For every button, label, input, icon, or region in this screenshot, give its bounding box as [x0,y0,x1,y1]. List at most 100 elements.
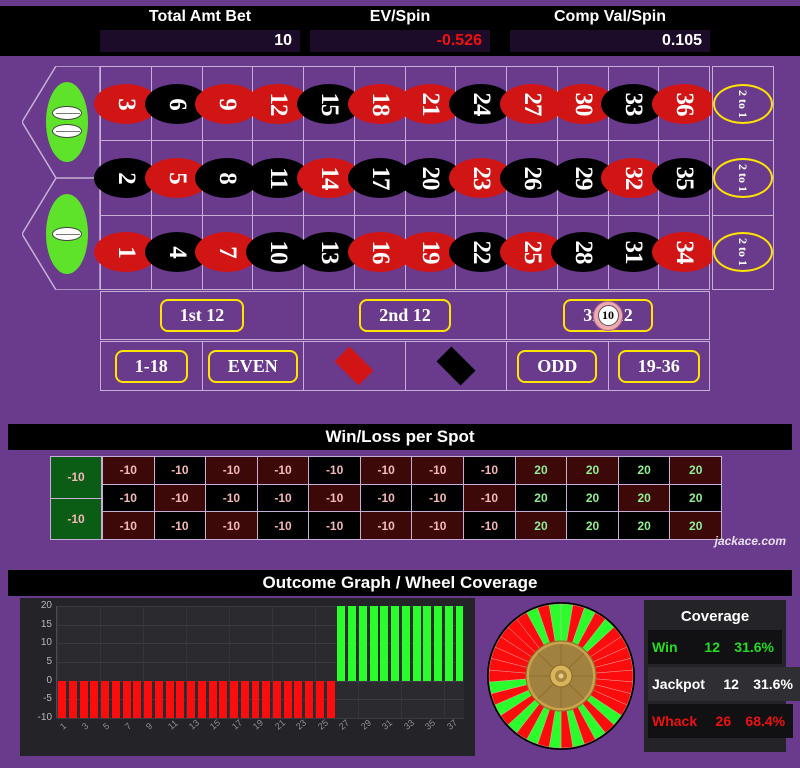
bet-cell-3[interactable]: 3 [93,67,158,141]
winloss-cell: -10 [103,484,154,512]
chart-x-tick: 13 [186,717,202,732]
winloss-cell: 20 [618,457,670,484]
bet-cell-35[interactable]: 35 [652,141,717,215]
bet-cell-22[interactable]: 22 [449,215,514,289]
stat-label: Total Amt Bet [148,8,252,25]
chart-x-tick: 33 [401,717,416,732]
zero-digit [52,106,82,120]
bet-cell-11[interactable]: 11 [246,141,311,215]
bet-cell-32[interactable]: 32 [601,141,666,215]
coverage-percent: 31.6% [724,630,782,664]
winloss-grid: -10 -10 -10 -10 -10 -10 -10 -10 20 20 20 20 -10 -10 -1… [102,456,722,540]
bet-cell-8[interactable]: 8 [195,141,260,215]
chart-x-tick: 1 [58,720,69,732]
chart-bar [133,680,142,718]
chart-bar [165,680,174,718]
chart-bar [315,680,324,718]
coverage-count: 26 [701,704,736,738]
chart-y-tick: -5 [43,693,52,705]
bet-cell-red[interactable] [304,342,405,390]
bet-cell-33[interactable]: 33 [601,67,666,141]
outside-bets: 1-18 EVEN ODD 19-36 [100,341,710,391]
bet-cell-even[interactable]: EVEN [202,342,303,390]
winloss-cell: -10 [257,512,309,539]
bet-cell-00[interactable] [22,66,100,178]
bet-cell-column-3[interactable]: 2 to 1 [713,215,773,289]
chart-bar [208,680,217,718]
winloss-cell: 20 [567,457,618,484]
chart-bar [219,680,228,718]
bet-cell-dozen-1[interactable]: 1st 12 [101,292,303,339]
winloss-cell: -10 [360,484,412,512]
winloss-cell: -10 [412,512,464,539]
bet-chip-amount: 10 [597,305,619,326]
bet-cell-25[interactable]: 25 [499,215,564,289]
bet-cell-26[interactable]: 26 [499,141,564,215]
bet-cell-20[interactable]: 20 [398,141,463,215]
bet-cell-7[interactable]: 7 [195,215,260,289]
stat-label: EV/Spin [369,8,431,25]
bet-cell-19-36[interactable]: 19-36 [608,342,709,390]
bet-cell-15[interactable]: 15 [296,67,361,141]
coverage-panel: Coverage Win 12 31.6% Jackpot 12 31.6% Whack 26… [644,600,800,752]
bet-cell-12[interactable]: 12 [246,67,311,141]
chart-bar [230,680,238,718]
chart-bar [337,606,346,681]
coverage-percent: 68.4% [735,704,794,738]
dozen-bets: 1st 12 2nd 12 3rd 1210 [100,291,710,340]
bet-cell-19[interactable]: 19 [398,215,463,289]
winloss-cell: -10 [464,457,515,484]
bet-cell-14[interactable]: 14 [296,141,361,215]
chart-bar [262,680,271,718]
bet-cell-27[interactable]: 27 [499,67,564,141]
chart-bar [273,680,281,718]
winloss-cell: -10 [154,484,206,512]
bet-cell-34[interactable]: 34 [652,215,717,289]
bet-cell-odd[interactable]: ODD [507,342,608,390]
bet-cell-31[interactable]: 31 [601,215,666,289]
bet-cell-column-1[interactable]: 2 to 1 [713,67,773,141]
bet-chip[interactable]: 10 [593,300,623,331]
bet-cell-9[interactable]: 9 [195,67,260,141]
winloss-title: Win/Loss per Spot [8,424,792,450]
stat-value: 10 [100,30,300,52]
chart-bar [144,680,153,718]
winloss-cell: -10 [257,484,309,512]
winloss-cell: -10 [412,457,464,484]
chart-x-tick: 3 [79,720,90,732]
bet-cell-dozen-2[interactable]: 2nd 12 [304,292,506,339]
stat-label: Comp Val/Spin [553,8,666,25]
chart-bar [197,680,206,718]
bet-cell-23[interactable]: 23 [449,141,514,215]
bet-cell-black[interactable] [405,342,506,390]
zero-digit [52,124,82,138]
chart-bar [154,680,163,718]
bet-cell-column-2[interactable]: 2 to 1 [713,141,773,215]
chart-bar [369,606,378,681]
bet-cell-10[interactable]: 10 [246,215,311,289]
bet-cell-1-18[interactable]: 1-18 [101,342,202,390]
bet-cell-1[interactable]: 1 [93,215,158,289]
coverage-row-win: Win 12 31.6% [648,630,782,664]
bet-cell-0[interactable] [22,178,100,290]
chart-bar [348,606,357,681]
chart-y-tick: -10 [37,712,52,723]
chart-bar [69,680,77,718]
dozen-label: 1st 12 [159,299,245,332]
bet-cell-dozen-3[interactable]: 3rd 1210 [507,292,709,339]
bet-cell-21[interactable]: 21 [398,67,463,141]
dozen-label: 2nd 12 [359,299,451,332]
bet-cell-2[interactable]: 2 [93,141,158,215]
bet-cell-24[interactable]: 24 [449,67,514,141]
coverage-percent: 31.6% [742,667,800,701]
winloss-cell: -10 [309,512,360,539]
bet-cell-36[interactable]: 36 [652,67,717,141]
chart-bar [358,606,367,681]
stats-bar: Total Amt Bet 10 EV/Spin -0.526 Comp Val/Spi… [0,6,800,56]
column-bet-label: 2 to 1 [713,232,773,273]
red-diamond-icon [334,346,374,386]
winloss-cell: 20 [670,484,721,512]
chart-bar [423,606,432,681]
number-oval: 34 [652,232,717,273]
bet-cell-13[interactable]: 13 [296,215,361,289]
